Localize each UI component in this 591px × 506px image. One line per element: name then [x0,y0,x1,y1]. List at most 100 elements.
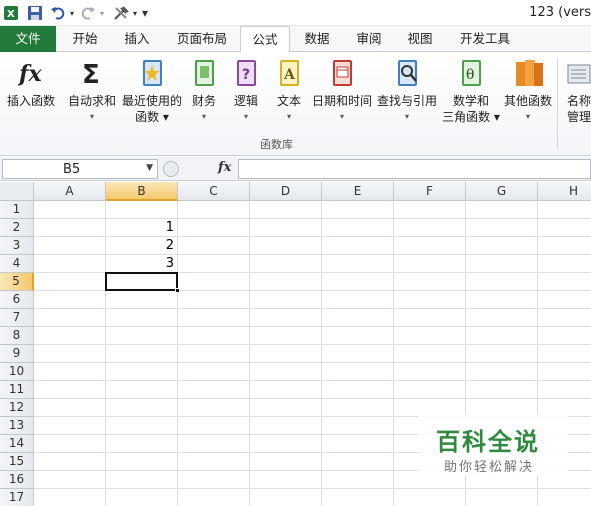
lookup-book-icon [392,56,422,90]
excel-logo-icon: X [2,4,20,22]
gridline-vertical [177,201,178,506]
row-header-16[interactable]: 16 [0,471,34,489]
tab-formulas[interactable]: 公式 [240,26,290,53]
column-header-b[interactable]: B [106,182,178,201]
gridline-vertical [321,201,322,506]
select-all-corner[interactable] [0,182,34,201]
row-header-6[interactable]: 6 [0,291,34,309]
ribbon-separator [557,58,558,150]
title-bar: X ▾ ▾ ▾ ▾ 123 (vers [0,0,591,26]
column-header-h[interactable]: H [538,182,591,201]
cell-b3[interactable]: 2 [106,237,174,255]
more-books-icon [513,56,543,90]
gridline-horizontal [34,344,591,345]
date-book-icon [327,56,357,90]
save-icon[interactable] [26,4,44,22]
gridline-vertical [249,201,250,506]
ribbon-formulas: fx 插入函数 Σ 自动求和 ▾ 最近使用的 函数 ▾ 财务 ▾ ? 逻辑 ▾ … [0,52,591,156]
finance-book-icon [189,56,219,90]
logic-book-icon: ? [231,56,261,90]
watermark-subtitle: 助你轻松解决 [444,460,535,475]
insert-function-button[interactable]: fx 插入函数 [2,56,60,109]
insert-function-fx-icon[interactable]: fx [218,160,231,175]
gridline-horizontal [34,398,591,399]
name-manager-button[interactable]: 名称 管理 [562,56,591,125]
row-header-9[interactable]: 9 [0,345,34,363]
function-library-group-label: 函数库 [260,138,293,151]
chevron-down-icon[interactable]: ▼ [146,163,153,173]
cell-b4[interactable]: 3 [106,255,174,273]
gridline-horizontal [34,308,591,309]
cell-b2[interactable]: 1 [106,219,174,237]
undo-icon[interactable] [50,4,66,22]
column-header-g[interactable]: G [466,182,538,201]
row-header-12[interactable]: 12 [0,399,34,417]
tab-page-layout[interactable]: 页面布局 [168,26,236,52]
redo-icon[interactable] [80,4,96,22]
svg-text:Σ: Σ [82,60,100,89]
row-header-3[interactable]: 3 [0,237,34,255]
undo-dropdown-icon[interactable]: ▾ [67,4,77,22]
tools-dropdown-icon[interactable]: ▾ [131,4,139,22]
column-header-f[interactable]: F [394,182,466,201]
name-box-value: B5 [63,162,81,177]
column-header-e[interactable]: E [322,182,394,201]
gridline-horizontal [34,488,591,489]
row-header-2[interactable]: 2 [0,219,34,237]
more-functions-button[interactable]: 其他函数 ▾ [502,56,554,125]
formula-input[interactable] [238,159,591,179]
watermark-title: 百科全说 [436,428,540,456]
tab-file[interactable]: 文件 [0,26,56,52]
logical-button[interactable]: ? 逻辑 ▾ [228,56,264,125]
name-box[interactable]: B5 ▼ [2,159,158,179]
tab-review[interactable]: 审阅 [346,26,392,52]
svg-text:θ: θ [466,67,474,83]
column-header-d[interactable]: D [250,182,322,201]
tools-icon[interactable] [112,4,130,22]
column-header-c[interactable]: C [178,182,250,201]
gridline-horizontal [34,326,591,327]
customize-quick-access-icon[interactable]: ▾ [140,4,150,22]
svg-text:X: X [7,9,15,20]
tab-home[interactable]: 开始 [62,26,108,52]
window-title: 123 (vers [529,5,591,20]
svg-text:A: A [283,67,296,83]
fill-handle[interactable] [175,288,180,293]
row-header-14[interactable]: 14 [0,435,34,453]
math-book-icon: θ [456,56,486,90]
tab-insert[interactable]: 插入 [114,26,160,52]
ribbon-tab-row: 文件 开始 插入 页面布局 公式 数据 审阅 视图 开发工具 [0,26,591,53]
row-header-17[interactable]: 17 [0,489,34,506]
text-button[interactable]: A 文本 ▾ [270,56,308,125]
row-header-5[interactable]: 5 [0,273,34,291]
row-header-8[interactable]: 8 [0,327,34,345]
redo-dropdown-icon[interactable]: ▾ [97,4,107,22]
recently-used-button[interactable]: 最近使用的 函数 ▾ [120,56,184,125]
row-header-13[interactable]: 13 [0,417,34,435]
gridline-horizontal [34,362,591,363]
star-book-icon [137,56,167,90]
gridline-horizontal [34,380,591,381]
lookup-reference-button[interactable]: 查找与引用 ▾ [376,56,438,125]
svg-text:fx: fx [17,61,42,87]
autosum-button[interactable]: Σ 自动求和 ▾ [64,56,120,125]
fx-icon: fx [16,56,46,90]
column-header-a[interactable]: A [34,182,106,201]
formula-bar-resize-icon[interactable] [163,161,179,177]
math-trig-button[interactable]: θ 数学和 三角函数 ▾ [440,56,502,125]
row-header-1[interactable]: 1 [0,201,34,219]
sigma-icon: Σ [77,56,107,90]
gridline-vertical [393,201,394,506]
tab-data[interactable]: 数据 [294,26,340,52]
row-header-15[interactable]: 15 [0,453,34,471]
selected-cell-border[interactable] [105,272,178,291]
tab-developer[interactable]: 开发工具 [452,26,518,52]
financial-button[interactable]: 财务 ▾ [186,56,222,125]
svg-text:?: ? [242,67,250,83]
date-time-button[interactable]: 日期和时间 ▾ [310,56,374,125]
row-header-7[interactable]: 7 [0,309,34,327]
row-header-11[interactable]: 11 [0,381,34,399]
row-header-4[interactable]: 4 [0,255,34,273]
tab-view[interactable]: 视图 [397,26,443,52]
row-header-10[interactable]: 10 [0,363,34,381]
